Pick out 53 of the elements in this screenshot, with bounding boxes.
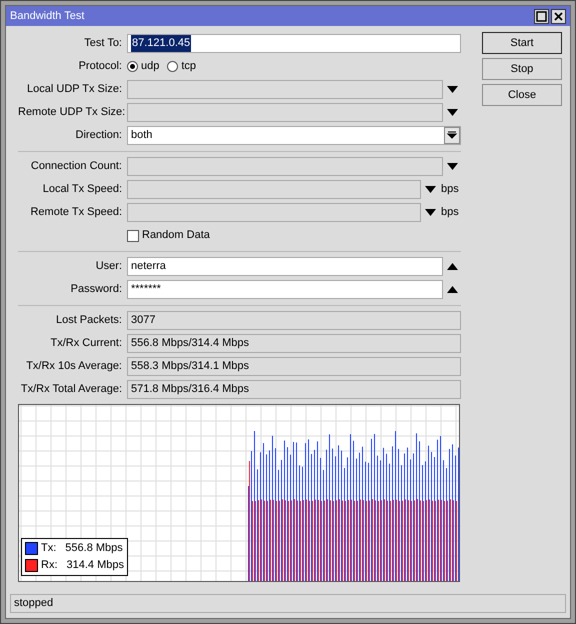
- field-label: Remote Tx Speed:: [30, 206, 122, 218]
- radio-button[interactable]: tcp: [167, 58, 196, 75]
- field-label: Remote UDP Tx Size:: [18, 106, 126, 118]
- close-icon: [553, 10, 564, 22]
- field-label: Protocol:: [78, 60, 122, 72]
- radio-button[interactable]: udp: [127, 58, 160, 75]
- input-field[interactable]: neterra: [127, 257, 443, 276]
- dropdown-icon[interactable]: [444, 127, 460, 144]
- dialog-button[interactable]: Stop: [482, 58, 562, 80]
- value-field: 556.8 Mbps/314.4 Mbps: [127, 334, 461, 353]
- maximize-button[interactable]: [534, 8, 549, 24]
- value-field: 558.3 Mbps/314.1 Mbps: [127, 357, 461, 376]
- field-label: Connection Count:: [30, 160, 122, 172]
- field-label: User:: [96, 260, 122, 272]
- field-label: Tx/Rx Current:: [50, 337, 122, 350]
- collapse-icon[interactable]: [446, 263, 458, 270]
- unit-label: bps: [440, 182, 459, 198]
- field-label: Local UDP Tx Size:: [27, 83, 122, 96]
- value-field: 571.8 Mbps/316.4 Mbps: [127, 380, 461, 399]
- expand-icon[interactable]: [446, 109, 458, 116]
- input-field[interactable]: 87.121.0.45: [127, 34, 461, 53]
- dialog-button[interactable]: Close: [482, 84, 562, 106]
- field-label: Test To:: [84, 37, 122, 50]
- dialog-button[interactable]: Start: [482, 32, 562, 54]
- field-label: Tx/Rx 10s Average:: [26, 360, 122, 372]
- input-field[interactable]: [127, 103, 443, 122]
- input-field[interactable]: [127, 203, 421, 222]
- maximize-icon: [536, 10, 547, 22]
- value-field: 3077: [127, 311, 461, 330]
- unit-label: bps: [440, 205, 459, 220]
- close-button[interactable]: [551, 8, 566, 24]
- input-field[interactable]: [127, 80, 443, 99]
- field-label: Lost Packets:: [56, 314, 122, 326]
- dropdown-field[interactable]: both: [127, 126, 461, 145]
- legend-value: 314.4 Mbps: [66, 558, 124, 573]
- input-field[interactable]: [127, 180, 421, 199]
- field-label: Local Tx Speed:: [42, 183, 122, 196]
- field-label: Direction:: [76, 129, 122, 142]
- input-field[interactable]: [127, 157, 443, 176]
- legend-value: 556.8 Mbps: [65, 541, 123, 556]
- collapse-icon[interactable]: [446, 286, 458, 293]
- legend-label: Rx:: [41, 558, 58, 573]
- expand-icon[interactable]: [446, 163, 458, 170]
- status-text: stopped: [14, 596, 54, 612]
- field-label: Password:: [70, 283, 122, 296]
- window-title: Bandwidth Test: [10, 8, 84, 24]
- legend-label: Tx:: [41, 541, 56, 556]
- checkbox[interactable]: Random Data: [127, 227, 210, 244]
- expand-icon[interactable]: [424, 186, 436, 193]
- input-field[interactable]: *******: [127, 280, 443, 299]
- expand-icon[interactable]: [446, 86, 458, 93]
- field-label: Tx/Rx Total Average:: [20, 383, 122, 396]
- expand-icon[interactable]: [424, 209, 436, 216]
